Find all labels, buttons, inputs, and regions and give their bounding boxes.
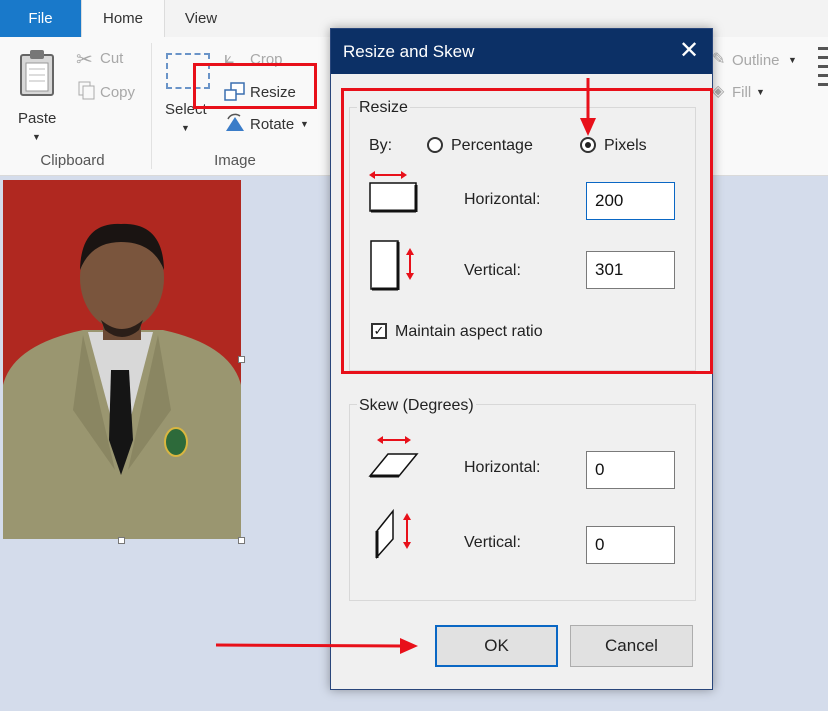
horizontal-skew-icon: [368, 436, 419, 478]
dialog-titlebar: Resize and Skew ✕: [331, 29, 712, 74]
scissors-icon: ✂: [76, 49, 93, 71]
group-divider: [151, 43, 152, 169]
vertical-skew-icon: [375, 508, 411, 559]
fill-label: Fill: [732, 84, 752, 101]
close-icon[interactable]: ✕: [675, 37, 703, 65]
tab-view[interactable]: View: [164, 0, 238, 37]
clipboard-group-label: Clipboard: [40, 152, 105, 169]
rotate-button[interactable]: Rotate ▼: [222, 111, 317, 137]
resize-handle-bottom[interactable]: [118, 537, 125, 544]
skew-horizontal-label: Horizontal:: [464, 459, 541, 476]
tab-home[interactable]: Home: [81, 0, 165, 38]
resize-group-highlight-box: [341, 88, 713, 374]
skew-vertical-input[interactable]: [586, 526, 675, 564]
copy-label: Copy: [100, 84, 136, 101]
outline-dropdown-icon: ▼: [788, 55, 797, 65]
ok-button[interactable]: OK: [435, 625, 558, 667]
resize-handle-corner[interactable]: [238, 537, 245, 544]
fill-dropdown-icon: ▼: [756, 87, 765, 97]
paste-dropdown-icon: ▼: [32, 132, 41, 142]
clipboard-icon: [20, 50, 54, 96]
outline-icon: ✎: [712, 51, 726, 68]
skew-horizontal-input[interactable]: [586, 451, 675, 489]
cut-label: Cut: [100, 50, 124, 67]
rotate-label: Rotate: [250, 116, 295, 133]
photo-image[interactable]: [3, 180, 241, 539]
dialog-title: Resize and Skew: [343, 42, 475, 61]
pixels-arrow: [580, 78, 596, 136]
outline-label: Outline: [732, 52, 780, 69]
image-group-label: Image: [214, 152, 256, 169]
cancel-button[interactable]: Cancel: [570, 625, 693, 667]
rotate-icon: [226, 113, 244, 131]
fill-button[interactable]: ◈ Fill ▼: [712, 81, 772, 105]
size-icon[interactable]: [818, 47, 828, 91]
resize-handle-right[interactable]: [238, 356, 245, 363]
tab-file[interactable]: File: [0, 0, 81, 37]
rotate-dropdown-icon: ▼: [300, 119, 309, 129]
paste-label: Paste: [18, 110, 57, 127]
portrait-image: [3, 180, 241, 539]
paste-button[interactable]: Paste ▼: [10, 45, 64, 145]
ok-arrow: [215, 638, 418, 654]
outline-button[interactable]: ✎ Outline ▼: [712, 49, 802, 73]
resize-skew-dialog: Resize and Skew ✕ Resize By: Percentage …: [330, 28, 713, 690]
skew-group-label: Skew (Degrees): [357, 397, 476, 415]
fill-icon: ◈: [712, 83, 725, 100]
copy-button[interactable]: Copy: [76, 79, 146, 105]
select-dropdown-icon: ▼: [181, 123, 190, 133]
cut-button[interactable]: ✂ Cut: [76, 47, 146, 73]
resize-highlight-box: [193, 63, 317, 109]
skew-vertical-label: Vertical:: [464, 534, 521, 551]
copy-icon: [78, 81, 95, 100]
